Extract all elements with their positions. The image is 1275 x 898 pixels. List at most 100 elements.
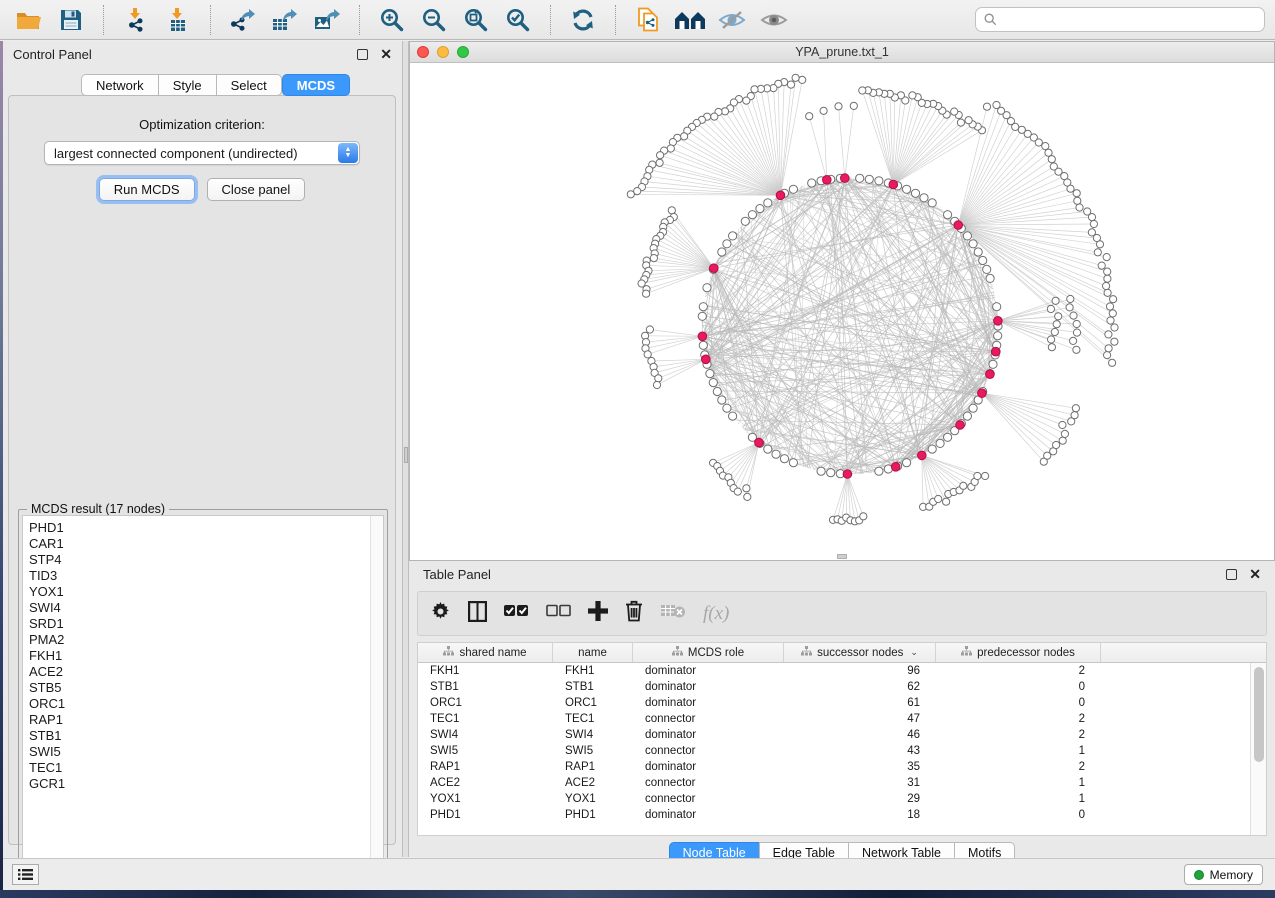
export-network-button[interactable] <box>224 4 262 36</box>
cell-name[interactable]: ACE2 <box>553 777 633 789</box>
cell-mcds_role[interactable]: dominator <box>633 665 784 677</box>
tab-network[interactable]: Network <box>81 74 158 96</box>
table-row[interactable]: RAP1RAP1dominator352 <box>418 759 1250 775</box>
mcds-result-item[interactable]: CAR1 <box>29 536 370 552</box>
select-all-button[interactable] <box>504 604 529 623</box>
mcds-result-item[interactable]: STB1 <box>29 728 370 744</box>
run-mcds-button[interactable]: Run MCDS <box>99 178 195 201</box>
cell-shared_name[interactable]: TEC1 <box>418 713 553 725</box>
cell-mcds_role[interactable]: connector <box>633 713 784 725</box>
cell-mcds_role[interactable]: dominator <box>633 697 784 709</box>
tab-style[interactable]: Style <box>158 74 216 96</box>
table-row[interactable]: SWI5SWI5connector431 <box>418 743 1250 759</box>
function-builder-button[interactable]: f(x) <box>703 603 729 625</box>
splitter-grip[interactable] <box>404 447 408 463</box>
cell-shared_name[interactable]: STB1 <box>418 681 553 693</box>
float-panel-icon[interactable] <box>357 49 368 60</box>
cell-name[interactable]: YOX1 <box>553 793 633 805</box>
column-header-name[interactable]: name <box>553 643 633 662</box>
cell-successor_nodes[interactable]: 61 <box>784 697 936 709</box>
cell-shared_name[interactable]: SWI4 <box>418 729 553 741</box>
cell-shared_name[interactable]: FKH1 <box>418 665 553 677</box>
save-session-button[interactable] <box>52 4 90 36</box>
mcds-result-scrollbar[interactable] <box>370 516 383 872</box>
cell-mcds_role[interactable]: connector <box>633 777 784 789</box>
table-row[interactable]: PHD1PHD1dominator180 <box>418 807 1250 823</box>
cell-shared_name[interactable]: ACE2 <box>418 777 553 789</box>
cell-predecessor_nodes[interactable]: 2 <box>936 729 1101 741</box>
cell-successor_nodes[interactable]: 29 <box>784 793 936 805</box>
column-header-mcds_role[interactable]: MCDS role <box>633 643 784 662</box>
cell-successor_nodes[interactable]: 43 <box>784 745 936 757</box>
close-panel-icon[interactable]: ✕ <box>380 47 392 61</box>
table-row[interactable]: TEC1TEC1connector472 <box>418 711 1250 727</box>
table-row[interactable]: STB1STB1dominator620 <box>418 679 1250 695</box>
table-scrollbar[interactable] <box>1250 663 1266 835</box>
search-box[interactable] <box>975 7 1265 32</box>
delete-column-button[interactable] <box>625 600 643 627</box>
mcds-result-item[interactable]: SWI4 <box>29 600 370 616</box>
cell-shared_name[interactable]: PHD1 <box>418 809 553 821</box>
cell-predecessor_nodes[interactable]: 2 <box>936 713 1101 725</box>
mcds-result-item[interactable]: SRD1 <box>29 616 370 632</box>
cell-predecessor_nodes[interactable]: 1 <box>936 793 1101 805</box>
mcds-result-item[interactable]: TID3 <box>29 568 370 584</box>
vertical-splitter[interactable] <box>402 41 409 857</box>
mcds-result-item[interactable]: TEC1 <box>29 760 370 776</box>
export-image-button[interactable] <box>308 4 346 36</box>
cell-successor_nodes[interactable]: 46 <box>784 729 936 741</box>
table-float-panel-icon[interactable] <box>1226 569 1237 580</box>
cell-shared_name[interactable]: RAP1 <box>418 761 553 773</box>
mcds-result-item[interactable]: RAP1 <box>29 712 370 728</box>
refresh-layout-button[interactable] <box>564 4 602 36</box>
mcds-result-item[interactable]: STP4 <box>29 552 370 568</box>
tab-mcds[interactable]: MCDS <box>282 74 350 96</box>
cell-shared_name[interactable]: ORC1 <box>418 697 553 709</box>
column-header-shared_name[interactable]: shared name <box>418 643 553 662</box>
cell-successor_nodes[interactable]: 62 <box>784 681 936 693</box>
zoom-selected-button[interactable] <box>499 4 537 36</box>
mcds-result-item[interactable]: ACE2 <box>29 664 370 680</box>
cell-predecessor_nodes[interactable]: 1 <box>936 745 1101 757</box>
hide-selected-button[interactable] <box>713 4 751 36</box>
horizontal-splitter-grip[interactable] <box>837 554 847 559</box>
close-panel-button[interactable]: Close panel <box>207 178 306 201</box>
cell-predecessor_nodes[interactable]: 0 <box>936 681 1101 693</box>
split-panel-button[interactable] <box>468 601 487 627</box>
cell-successor_nodes[interactable]: 31 <box>784 777 936 789</box>
cell-predecessor_nodes[interactable]: 0 <box>936 809 1101 821</box>
table-row[interactable]: YOX1YOX1connector291 <box>418 791 1250 807</box>
cell-name[interactable]: FKH1 <box>553 665 633 677</box>
mcds-result-item[interactable]: STB5 <box>29 680 370 696</box>
deselect-all-button[interactable] <box>546 604 571 623</box>
show-panels-button[interactable] <box>12 864 39 885</box>
cell-predecessor_nodes[interactable]: 0 <box>936 697 1101 709</box>
export-table-button[interactable] <box>266 4 304 36</box>
mcds-result-item[interactable]: YOX1 <box>29 584 370 600</box>
mcds-result-item[interactable]: SWI5 <box>29 744 370 760</box>
table-row[interactable]: SWI4SWI4dominator462 <box>418 727 1250 743</box>
criterion-dropdown[interactable]: largest connected component (undirected)… <box>44 141 360 165</box>
mcds-result-item[interactable]: ORC1 <box>29 696 370 712</box>
cell-successor_nodes[interactable]: 35 <box>784 761 936 773</box>
settings-gear-button[interactable] <box>430 601 451 627</box>
table-row[interactable]: ORC1ORC1dominator610 <box>418 695 1250 711</box>
cell-shared_name[interactable]: YOX1 <box>418 793 553 805</box>
cell-successor_nodes[interactable]: 47 <box>784 713 936 725</box>
import-table-button[interactable] <box>159 4 197 36</box>
add-column-button[interactable] <box>588 601 608 626</box>
table-row[interactable]: ACE2ACE2connector311 <box>418 775 1250 791</box>
network-canvas[interactable] <box>410 63 1274 560</box>
mcds-result-item[interactable]: FKH1 <box>29 648 370 664</box>
memory-button[interactable]: Memory <box>1184 864 1263 885</box>
import-network-button[interactable] <box>117 4 155 36</box>
cell-predecessor_nodes[interactable]: 2 <box>936 761 1101 773</box>
cell-mcds_role[interactable]: connector <box>633 745 784 757</box>
cell-successor_nodes[interactable]: 96 <box>784 665 936 677</box>
search-input[interactable] <box>1003 13 1256 27</box>
cell-mcds_role[interactable]: dominator <box>633 809 784 821</box>
cell-mcds_role[interactable]: dominator <box>633 761 784 773</box>
cell-successor_nodes[interactable]: 18 <box>784 809 936 821</box>
mcds-result-item[interactable]: GCR1 <box>29 776 370 792</box>
cell-name[interactable]: SWI4 <box>553 729 633 741</box>
